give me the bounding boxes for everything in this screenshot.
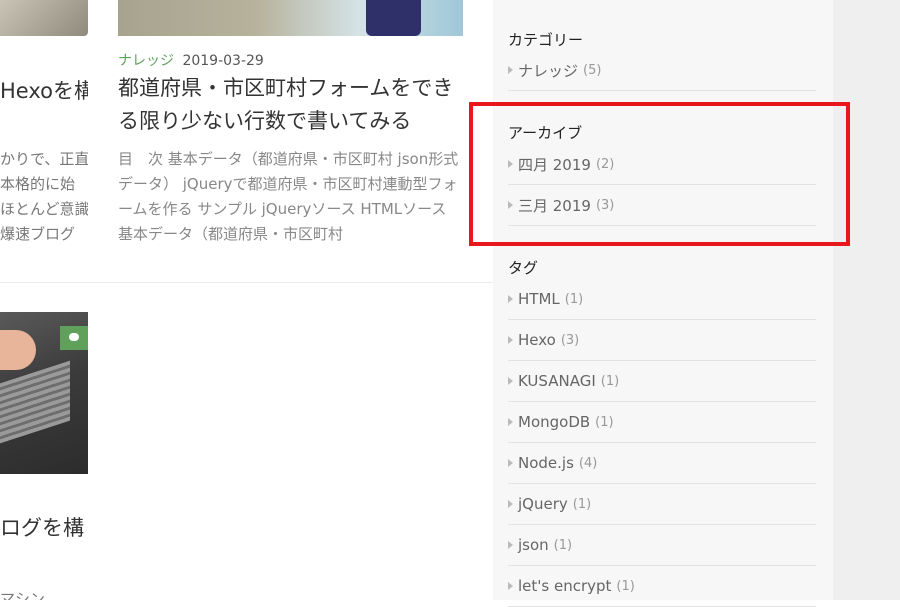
categories-widget-title: カテゴリー — [508, 31, 584, 49]
tag-item[interactable]: HTML (1) — [508, 279, 816, 320]
post-thumbnail[interactable] — [0, 0, 88, 36]
main-content: Hexoを構 かりで、正直 本格的に始 ほとんど意識 爆速ブログ ナレッジ 20… — [0, 0, 493, 600]
post-title-fragment[interactable]: Hexoを構 — [0, 75, 88, 105]
arrow-right-icon — [508, 377, 513, 385]
highlight-box — [469, 102, 850, 246]
post-excerpt: 目 次 基本データ（都道府県・市区町村 json形式データ） jQueryで都道… — [118, 150, 459, 243]
tag-count: (1) — [600, 373, 620, 389]
excerpt-fragment: ほとんど意識 — [0, 200, 88, 218]
tag-label[interactable]: KUSANAGI — [518, 372, 596, 390]
arrow-right-icon — [508, 418, 513, 426]
right-gutter — [833, 0, 900, 600]
tag-label[interactable]: MongoDB — [518, 413, 590, 431]
tag-label[interactable]: Node.js — [518, 454, 574, 472]
tag-count: (1) — [595, 414, 614, 430]
post-date: 2019-03-29 — [182, 53, 264, 69]
arrow-right-icon — [508, 459, 513, 467]
tags-list: HTML (1) Hexo (3) KUSANAGI (1) MongoDB (1) N… — [508, 279, 816, 607]
post-title-fragment[interactable]: ログを構 — [0, 512, 88, 542]
excerpt-fragment: かりで、正直 — [0, 150, 88, 168]
tags-widget-title: タグ — [508, 259, 539, 277]
tag-label[interactable]: Hexo — [518, 331, 556, 349]
arrow-right-icon — [508, 500, 513, 508]
tag-item[interactable]: Node.js (4) — [508, 443, 816, 484]
category-label[interactable]: ナレッジ — [518, 60, 578, 81]
post-title[interactable]: 都道府県・市区町村フォームをできる限り少ない行数で書いてみる — [118, 72, 463, 138]
tag-label[interactable]: json — [518, 536, 549, 554]
post-meta: ナレッジ 2019-03-29 — [118, 50, 264, 70]
tag-item[interactable]: MongoDB (1) — [508, 402, 816, 443]
tag-count: (1) — [553, 537, 573, 553]
divider — [0, 282, 493, 283]
arrow-right-icon — [508, 66, 513, 74]
excerpt-fragment: 爆速ブログ — [0, 225, 76, 243]
arrow-right-icon — [508, 541, 513, 549]
tag-count: (3) — [560, 332, 580, 348]
tag-item[interactable]: KUSANAGI (1) — [508, 361, 816, 402]
arrow-right-icon — [508, 336, 513, 344]
tag-item[interactable]: jQuery (1) — [508, 484, 816, 525]
tag-count: (1) — [564, 291, 584, 307]
tag-count: (1) — [572, 496, 592, 512]
tag-count: (4) — [578, 455, 598, 471]
tag-label[interactable]: jQuery — [518, 495, 568, 513]
category-item[interactable]: ナレッジ (5) — [508, 50, 816, 91]
tag-item[interactable]: Hexo (3) — [508, 320, 816, 361]
arrow-right-icon — [508, 582, 513, 590]
comment-icon — [60, 326, 88, 350]
tag-item[interactable]: json (1) — [508, 525, 816, 566]
excerpt-fragment: 本格的に始 — [0, 175, 76, 193]
category-count: (5) — [583, 62, 602, 78]
tag-count: (1) — [616, 578, 635, 594]
arrow-right-icon — [508, 295, 513, 303]
tag-item[interactable]: let's encrypt (1) — [508, 566, 816, 607]
categories-list: ナレッジ (5) — [508, 50, 816, 91]
tag-label[interactable]: HTML — [518, 290, 560, 308]
post-thumbnail[interactable] — [118, 0, 463, 36]
excerpt-fragment: マシン — [0, 590, 46, 600]
tag-label[interactable]: let's encrypt — [518, 577, 611, 595]
post-category-link[interactable]: ナレッジ — [118, 53, 174, 69]
